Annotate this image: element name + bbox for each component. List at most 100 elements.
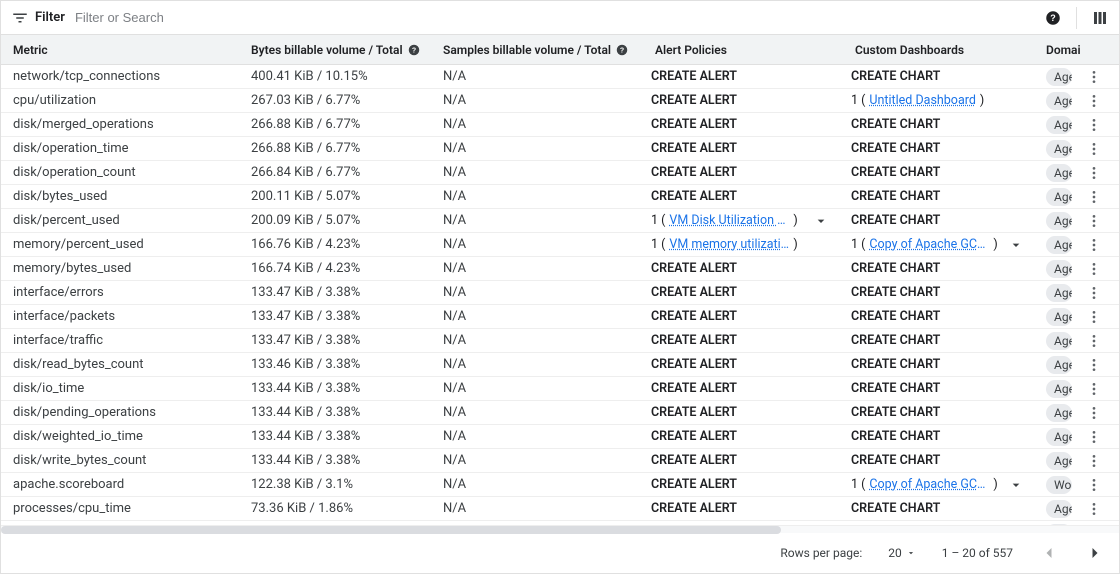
row-more-icon[interactable] <box>1086 453 1102 469</box>
col-samples-header[interactable]: Samples billable volume / Total <box>443 43 611 57</box>
samples-value: N/A <box>443 405 466 420</box>
row-more-icon[interactable] <box>1086 309 1102 325</box>
horizontal-scrollbar[interactable] <box>1 525 1119 533</box>
pagination-range: 1 – 20 of 557 <box>942 546 1013 560</box>
row-more-icon[interactable] <box>1086 477 1102 493</box>
dashboard-link[interactable]: Untitled Dashboard <box>869 93 976 108</box>
row-more-icon[interactable] <box>1086 333 1102 349</box>
alert-create-button[interactable]: CREATE ALERT <box>651 333 737 348</box>
dashboard-link-wrap: 1 ( Copy of Apache GCE Over… ) <box>851 477 1030 493</box>
dashboard-create-button[interactable]: CREATE CHART <box>851 357 940 372</box>
alert-create-button[interactable]: CREATE ALERT <box>651 285 737 300</box>
row-more-icon[interactable] <box>1086 261 1102 277</box>
dashboard-create-button[interactable]: CREATE CHART <box>851 501 940 516</box>
count: 1 ( <box>851 477 865 492</box>
dashboard-create-button[interactable]: CREATE CHART <box>851 453 940 468</box>
col-alert-header[interactable]: Alert Policies <box>655 43 727 57</box>
table-row: disk/operation_count266.84 KiB / 6.77%N/… <box>1 161 1119 185</box>
row-more-icon[interactable] <box>1086 285 1102 301</box>
next-page-button[interactable] <box>1085 543 1105 563</box>
filter-input[interactable] <box>75 10 1044 25</box>
dashboard-create-button[interactable]: CREATE CHART <box>851 261 940 276</box>
column-settings-icon[interactable] <box>1091 9 1109 27</box>
domain-chip: Agen <box>1046 428 1072 446</box>
metric-name: disk/percent_used <box>13 213 120 228</box>
metric-name: disk/merged_operations <box>13 117 154 132</box>
alert-create-button[interactable]: CREATE ALERT <box>651 69 737 84</box>
dashboard-create-button[interactable]: CREATE CHART <box>851 213 940 228</box>
samples-value: N/A <box>443 213 466 228</box>
dashboard-create-button[interactable]: CREATE CHART <box>851 69 940 84</box>
table-row: disk/pending_operations133.44 KiB / 3.38… <box>1 401 1119 425</box>
dashboard-create-button[interactable]: CREATE CHART <box>851 429 940 444</box>
alert-create-button[interactable]: CREATE ALERT <box>651 189 737 204</box>
chevron-down-icon[interactable] <box>1008 477 1024 493</box>
row-more-icon[interactable] <box>1086 405 1102 421</box>
col-dash-header[interactable]: Custom Dashboards <box>855 43 964 57</box>
alert-create-button[interactable]: CREATE ALERT <box>651 477 737 492</box>
alert-create-button[interactable]: CREATE ALERT <box>651 381 737 396</box>
alert-create-button[interactable]: CREATE ALERT <box>651 357 737 372</box>
alert-link[interactable]: VM memory utilization too high <box>669 237 789 252</box>
alert-create-button[interactable]: CREATE ALERT <box>651 93 737 108</box>
alert-create-button[interactable]: CREATE ALERT <box>651 261 737 276</box>
dashboard-create-button[interactable]: CREATE CHART <box>851 141 940 156</box>
chevron-down-icon[interactable] <box>813 213 829 229</box>
alert-create-button[interactable]: CREATE ALERT <box>651 405 737 420</box>
table-row: disk/read_bytes_count133.46 KiB / 3.38%N… <box>1 353 1119 377</box>
bytes-value: 133.44 KiB / 3.38% <box>251 405 360 420</box>
domain-chip: Agen <box>1046 332 1072 350</box>
row-more-icon[interactable] <box>1086 69 1102 85</box>
alert-create-button[interactable]: CREATE ALERT <box>651 165 737 180</box>
row-more-icon[interactable] <box>1086 429 1102 445</box>
row-more-icon[interactable] <box>1086 237 1102 253</box>
alert-create-button[interactable]: CREATE ALERT <box>651 453 737 468</box>
col-domain-header[interactable]: Domain <box>1046 43 1080 57</box>
prev-page-button[interactable] <box>1039 543 1059 563</box>
domain-chip: Agen <box>1046 404 1072 422</box>
domain-chip: Agen <box>1046 356 1072 374</box>
row-more-icon[interactable] <box>1086 189 1102 205</box>
scrollbar-thumb[interactable] <box>1 526 781 534</box>
metric-name: cpu/utilization <box>13 93 96 108</box>
samples-value: N/A <box>443 141 466 156</box>
help-icon[interactable]: ? <box>1044 9 1062 27</box>
metric-name: disk/read_bytes_count <box>13 357 144 372</box>
alert-link[interactable]: VM Disk Utilization about … <box>669 213 789 228</box>
alert-create-button[interactable]: CREATE ALERT <box>651 141 737 156</box>
row-more-icon[interactable] <box>1086 141 1102 157</box>
chevron-down-icon[interactable] <box>1008 237 1024 253</box>
row-more-icon[interactable] <box>1086 381 1102 397</box>
row-more-icon[interactable] <box>1086 501 1102 517</box>
alert-create-button[interactable]: CREATE ALERT <box>651 429 737 444</box>
row-more-icon[interactable] <box>1086 93 1102 109</box>
filter-button[interactable]: Filter <box>11 9 65 27</box>
dashboard-create-button[interactable]: CREATE CHART <box>851 165 940 180</box>
samples-value: N/A <box>443 453 466 468</box>
dashboard-create-button[interactable]: CREATE CHART <box>851 189 940 204</box>
samples-value: N/A <box>443 237 466 252</box>
alert-create-button[interactable]: CREATE ALERT <box>651 309 737 324</box>
rows-per-page-select[interactable]: 20 <box>888 546 916 560</box>
dashboard-link[interactable]: Copy of Apache GCE Over… <box>869 477 989 492</box>
row-more-icon[interactable] <box>1086 357 1102 373</box>
row-more-icon[interactable] <box>1086 117 1102 133</box>
dashboard-create-button[interactable]: CREATE CHART <box>851 285 940 300</box>
row-more-icon[interactable] <box>1086 165 1102 181</box>
row-more-icon[interactable] <box>1086 213 1102 229</box>
table-row: disk/operation_time266.88 KiB / 6.77%N/A… <box>1 137 1119 161</box>
help-icon[interactable]: ? <box>615 43 629 57</box>
alert-create-button[interactable]: CREATE ALERT <box>651 501 737 516</box>
table-row: apache.scoreboard122.38 KiB / 3.1%N/ACRE… <box>1 473 1119 497</box>
alert-create-button[interactable]: CREATE ALERT <box>651 117 737 132</box>
dashboard-create-button[interactable]: CREATE CHART <box>851 333 940 348</box>
col-metric-header[interactable]: Metric <box>13 43 48 57</box>
col-bytes-header[interactable]: Bytes billable volume / Total <box>251 43 403 57</box>
dashboard-link[interactable]: Copy of Apache GCE Over… <box>869 237 989 252</box>
dashboard-create-button[interactable]: CREATE CHART <box>851 309 940 324</box>
dashboard-create-button[interactable]: CREATE CHART <box>851 381 940 396</box>
dashboard-create-button[interactable]: CREATE CHART <box>851 117 940 132</box>
help-icon[interactable]: ? <box>407 43 421 57</box>
domain-chip: Agen <box>1046 284 1072 302</box>
dashboard-create-button[interactable]: CREATE CHART <box>851 405 940 420</box>
